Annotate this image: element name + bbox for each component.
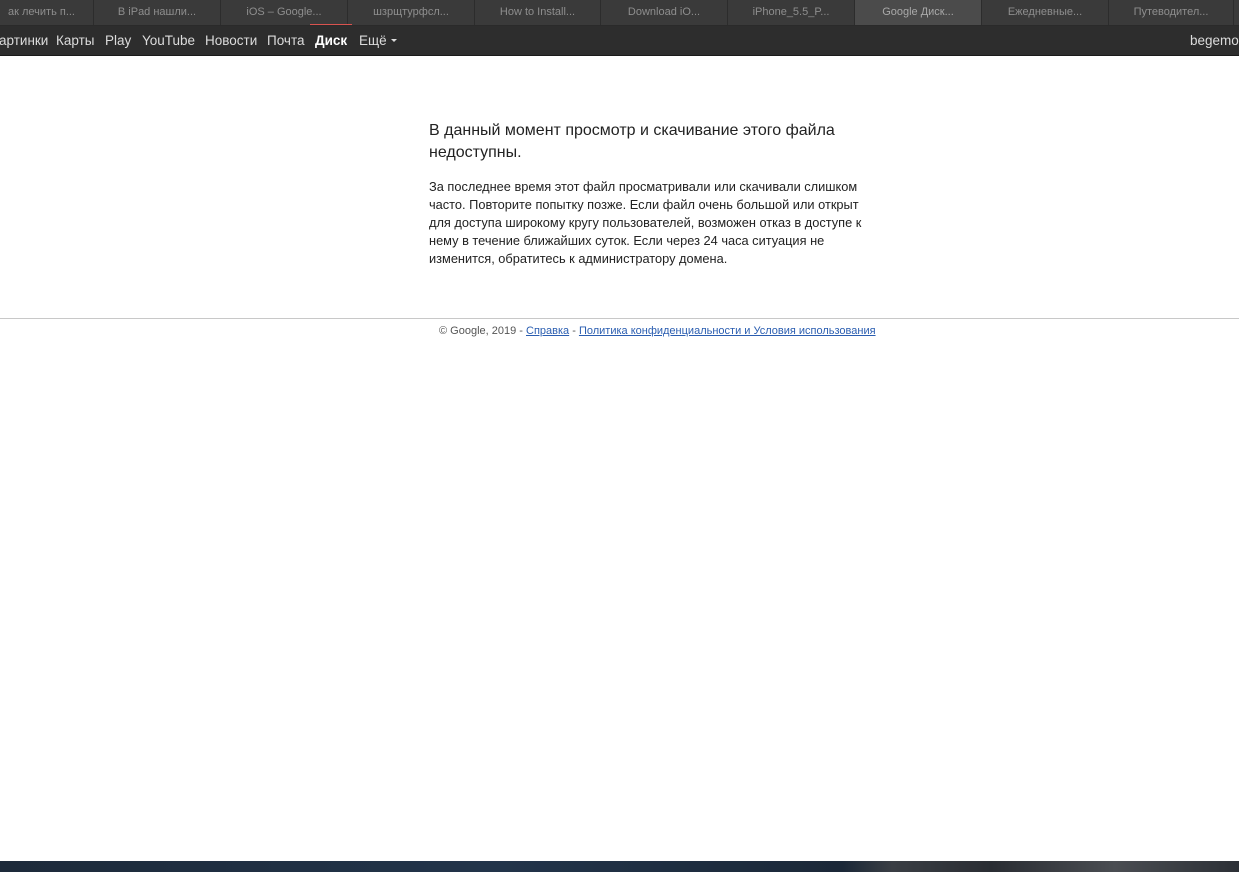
nav-item-maps[interactable]: Карты — [56, 26, 94, 55]
browser-tab[interactable]: шзрщтурфсл... — [348, 0, 475, 25]
nav-item-play[interactable]: Play — [105, 26, 131, 55]
error-message: В данный момент просмотр и скачивание эт… — [429, 120, 879, 268]
page-footer: © Google, 2019 - Справка - Политика конф… — [439, 325, 876, 337]
nav-item-news[interactable]: Новости — [205, 26, 257, 55]
nav-item-mail[interactable]: Почта — [267, 26, 305, 55]
account-name[interactable]: begemo — [1190, 26, 1239, 55]
copyright-text: © Google, 2019 - — [439, 325, 526, 337]
footer-separator: - — [569, 325, 579, 337]
browser-tab[interactable]: ак лечить п... — [0, 0, 94, 25]
nav-item-more-label: Ещё — [359, 33, 387, 48]
browser-tab[interactable]: How to Install... — [475, 0, 601, 25]
footer-divider — [0, 318, 1239, 319]
nav-item-images[interactable]: артинки — [0, 26, 48, 55]
privacy-terms-link[interactable]: Политика конфиденциальности и Условия ис… — [579, 325, 876, 337]
desktop-wallpaper-strip — [0, 861, 1239, 872]
nav-item-youtube[interactable]: YouTube — [142, 26, 195, 55]
help-link[interactable]: Справка — [526, 325, 569, 337]
browser-tab[interactable]: Download iO... — [601, 0, 728, 25]
nav-item-more[interactable]: Ещё — [359, 26, 397, 55]
error-description: За последнее время этот файл просматрива… — [429, 179, 862, 266]
browser-tab[interactable]: Путеводител... — [1109, 0, 1234, 25]
browser-tab[interactable]: Ежедневные... — [982, 0, 1109, 25]
google-nav-bar: артинки Карты Play YouTube Новости Почта… — [0, 26, 1239, 56]
chevron-down-icon — [390, 38, 397, 42]
browser-tab-active[interactable]: Google Диск... — [855, 0, 982, 25]
browser-tab[interactable]: iOS – Google... — [221, 0, 348, 25]
error-heading: В данный момент просмотр и скачивание эт… — [429, 122, 835, 161]
browser-tab[interactable]: iPhone_5.5_P... — [728, 0, 855, 25]
browser-tab-bar: ак лечить п... В iPad нашли... iOS – Goo… — [0, 0, 1239, 26]
nav-item-drive[interactable]: Диск — [315, 26, 347, 55]
browser-tab[interactable]: В iPad нашли... — [94, 0, 221, 25]
